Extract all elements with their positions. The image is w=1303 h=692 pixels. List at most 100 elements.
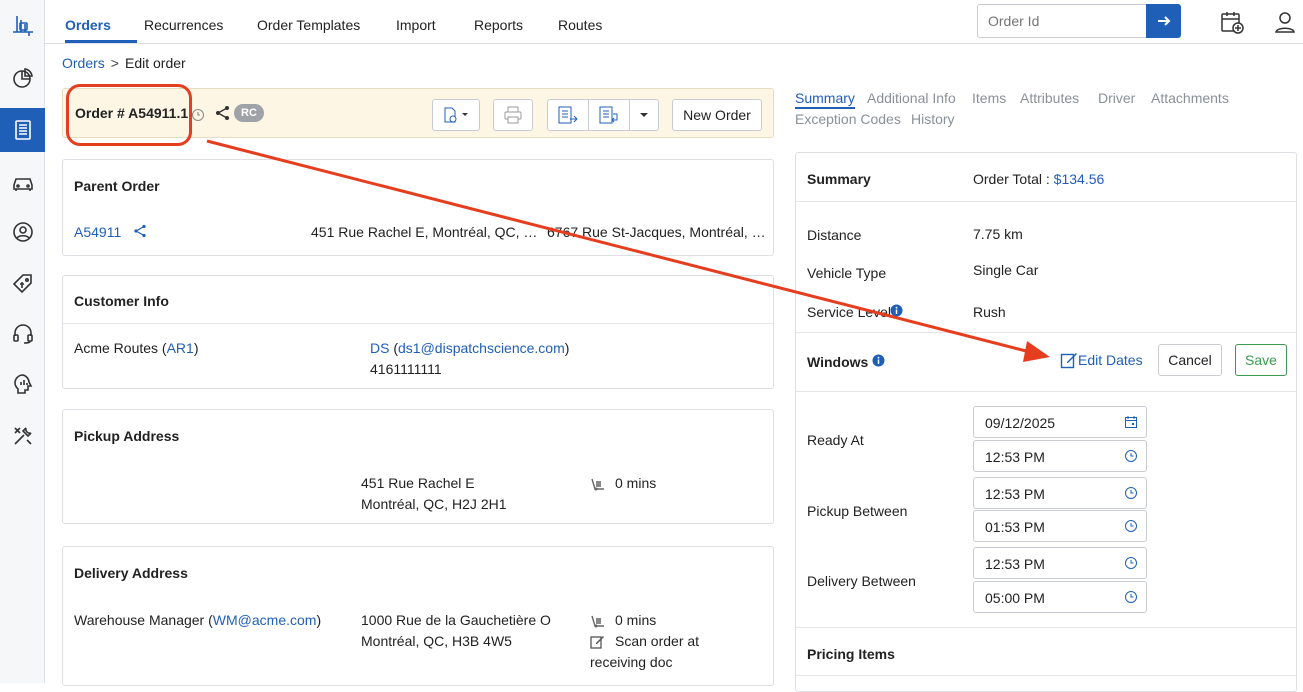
parent-order-link[interactable]: A54911 xyxy=(74,224,121,240)
vehicles-icon[interactable] xyxy=(0,160,45,204)
paren-open: ( xyxy=(389,340,399,356)
customer-contact: DS (ds1@dispatchscience.com) xyxy=(370,340,569,356)
save-button[interactable]: Save xyxy=(1235,344,1287,376)
vehicle-type-label: Vehicle Type xyxy=(807,265,887,281)
customer-name-text: Acme Routes ( xyxy=(74,340,167,356)
active-tab-indicator xyxy=(65,40,137,43)
new-order-button[interactable]: New Order xyxy=(672,99,762,131)
tab-attachments[interactable]: Attachments xyxy=(1151,90,1229,106)
clock-icon[interactable] xyxy=(1124,449,1138,463)
edit-note-icon xyxy=(590,636,604,649)
tab-recurrences[interactable]: Recurrences xyxy=(144,17,223,33)
tab-import[interactable]: Import xyxy=(396,17,436,33)
clock-icon[interactable] xyxy=(1124,590,1138,604)
ready-at-time-field[interactable]: 12:53 PM xyxy=(973,440,1147,472)
delivery-address-title: Delivery Address xyxy=(74,565,188,581)
pickup-between-label: Pickup Between xyxy=(807,503,908,519)
pickup-line1: 451 Rue Rachel E xyxy=(361,475,475,491)
contact-email-link[interactable]: ds1@dispatchscience.com xyxy=(398,340,565,356)
tab-reports[interactable]: Reports xyxy=(474,17,523,33)
delivery-line2: Montréal, QC, H3B 4W5 xyxy=(361,633,512,649)
ready-at-label: Ready At xyxy=(807,432,864,448)
delivery-wait-time: 0 mins xyxy=(615,612,657,628)
calendar-icon[interactable] xyxy=(1124,415,1138,429)
share-icon xyxy=(134,224,146,238)
clock-icon[interactable] xyxy=(1124,556,1138,570)
delivery-email-link[interactable]: WM@acme.com xyxy=(213,612,317,628)
clock-icon xyxy=(192,109,204,121)
delivery-contact: Warehouse Manager (WM@acme.com) xyxy=(74,612,321,628)
tab-order-templates[interactable]: Order Templates xyxy=(257,17,360,33)
settings-icon[interactable] xyxy=(0,414,45,458)
export-doc-icon xyxy=(558,106,578,124)
delivery-contact-name: Warehouse Manager ( xyxy=(74,612,213,628)
tab-history[interactable]: History xyxy=(911,111,955,127)
tab-driver[interactable]: Driver xyxy=(1098,90,1135,106)
tab-items[interactable]: Items xyxy=(972,90,1006,106)
pickup-to-field[interactable]: 01:53 PM xyxy=(973,510,1147,542)
pricing-items-title: Pricing Items xyxy=(807,646,895,662)
parent-order-card: Parent Order A54911 451 Rue Rachel E, Mo… xyxy=(62,159,774,256)
delivery-between-label: Delivery Between xyxy=(807,573,916,589)
analytics-icon[interactable] xyxy=(0,362,45,406)
tab-summary[interactable]: Summary xyxy=(795,90,855,109)
pickup-from-field[interactable]: 12:53 PM xyxy=(973,477,1147,509)
cancel-button[interactable]: Cancel xyxy=(1158,344,1222,376)
tab-exception-codes[interactable]: Exception Codes xyxy=(795,111,901,127)
more-actions-dropdown[interactable] xyxy=(629,99,659,131)
document-dropdown-button[interactable] xyxy=(432,99,480,131)
paren-close: ) xyxy=(316,612,322,628)
customer-code-link[interactable]: AR1 xyxy=(167,340,194,356)
edit-dates-button[interactable]: Edit Dates xyxy=(1060,351,1143,369)
support-icon[interactable] xyxy=(0,312,45,356)
pickup-to-value: 01:53 PM xyxy=(985,519,1045,535)
ready-at-date-field[interactable]: 09/12/2025 xyxy=(973,406,1147,438)
tab-routes[interactable]: Routes xyxy=(558,17,602,33)
ready-at-date-value: 09/12/2025 xyxy=(985,415,1056,431)
annotation-highlight-circle xyxy=(66,84,192,146)
clock-icon[interactable] xyxy=(1124,486,1138,500)
delivery-instruction-2: receiving doc xyxy=(590,654,673,670)
logo-icon[interactable] xyxy=(0,4,45,48)
divider xyxy=(796,332,1296,333)
dashboard-icon[interactable] xyxy=(0,56,45,100)
tab-additional-info[interactable]: Additional Info xyxy=(867,90,956,106)
order-id-input[interactable] xyxy=(977,4,1147,38)
share-icon[interactable] xyxy=(215,105,231,121)
export-button[interactable] xyxy=(547,99,589,131)
return-button[interactable] xyxy=(588,99,630,131)
breadcrumb: Orders > Edit order xyxy=(62,55,186,71)
vehicle-type-value: Single Car xyxy=(973,262,1039,278)
tab-attributes[interactable]: Attributes xyxy=(1020,90,1079,106)
print-button[interactable] xyxy=(493,99,533,131)
summary-title: Summary xyxy=(807,171,871,187)
delivery-from-field[interactable]: 12:53 PM xyxy=(973,547,1147,579)
pricing-icon[interactable] xyxy=(0,262,45,306)
delivery-instruction-1: Scan order at xyxy=(615,633,700,649)
print-icon xyxy=(504,106,522,124)
parent-order-title: Parent Order xyxy=(74,178,160,194)
info-icon[interactable] xyxy=(872,354,885,367)
distance-label: Distance xyxy=(807,227,862,243)
delivery-line1: 1000 Rue de la Gauchetière O xyxy=(361,612,551,628)
customer-info-card: Customer Info Acme Routes (AR1) DS (ds1@… xyxy=(62,275,774,389)
parent-pickup-address: 451 Rue Rachel E, Montréal, QC, … xyxy=(311,224,538,240)
return-doc-icon xyxy=(599,106,618,124)
divider xyxy=(796,391,1296,392)
orders-icon[interactable] xyxy=(0,108,45,152)
divider xyxy=(796,627,1296,628)
user-profile-icon[interactable] xyxy=(1271,8,1299,36)
add-calendar-icon[interactable] xyxy=(1218,8,1246,36)
delivery-to-value: 05:00 PM xyxy=(985,590,1045,606)
clock-icon[interactable] xyxy=(1124,519,1138,533)
contact-name-link[interactable]: DS xyxy=(370,340,389,356)
breadcrumb-orders-link[interactable]: Orders xyxy=(62,55,105,71)
info-icon[interactable] xyxy=(890,304,903,317)
service-level-value: Rush xyxy=(973,304,1006,320)
order-id-search-button[interactable] xyxy=(1146,4,1181,38)
customers-icon[interactable] xyxy=(0,210,45,254)
divider xyxy=(796,201,1296,202)
tab-orders[interactable]: Orders xyxy=(65,17,111,33)
left-rail xyxy=(0,0,45,683)
delivery-to-field[interactable]: 05:00 PM xyxy=(973,581,1147,613)
